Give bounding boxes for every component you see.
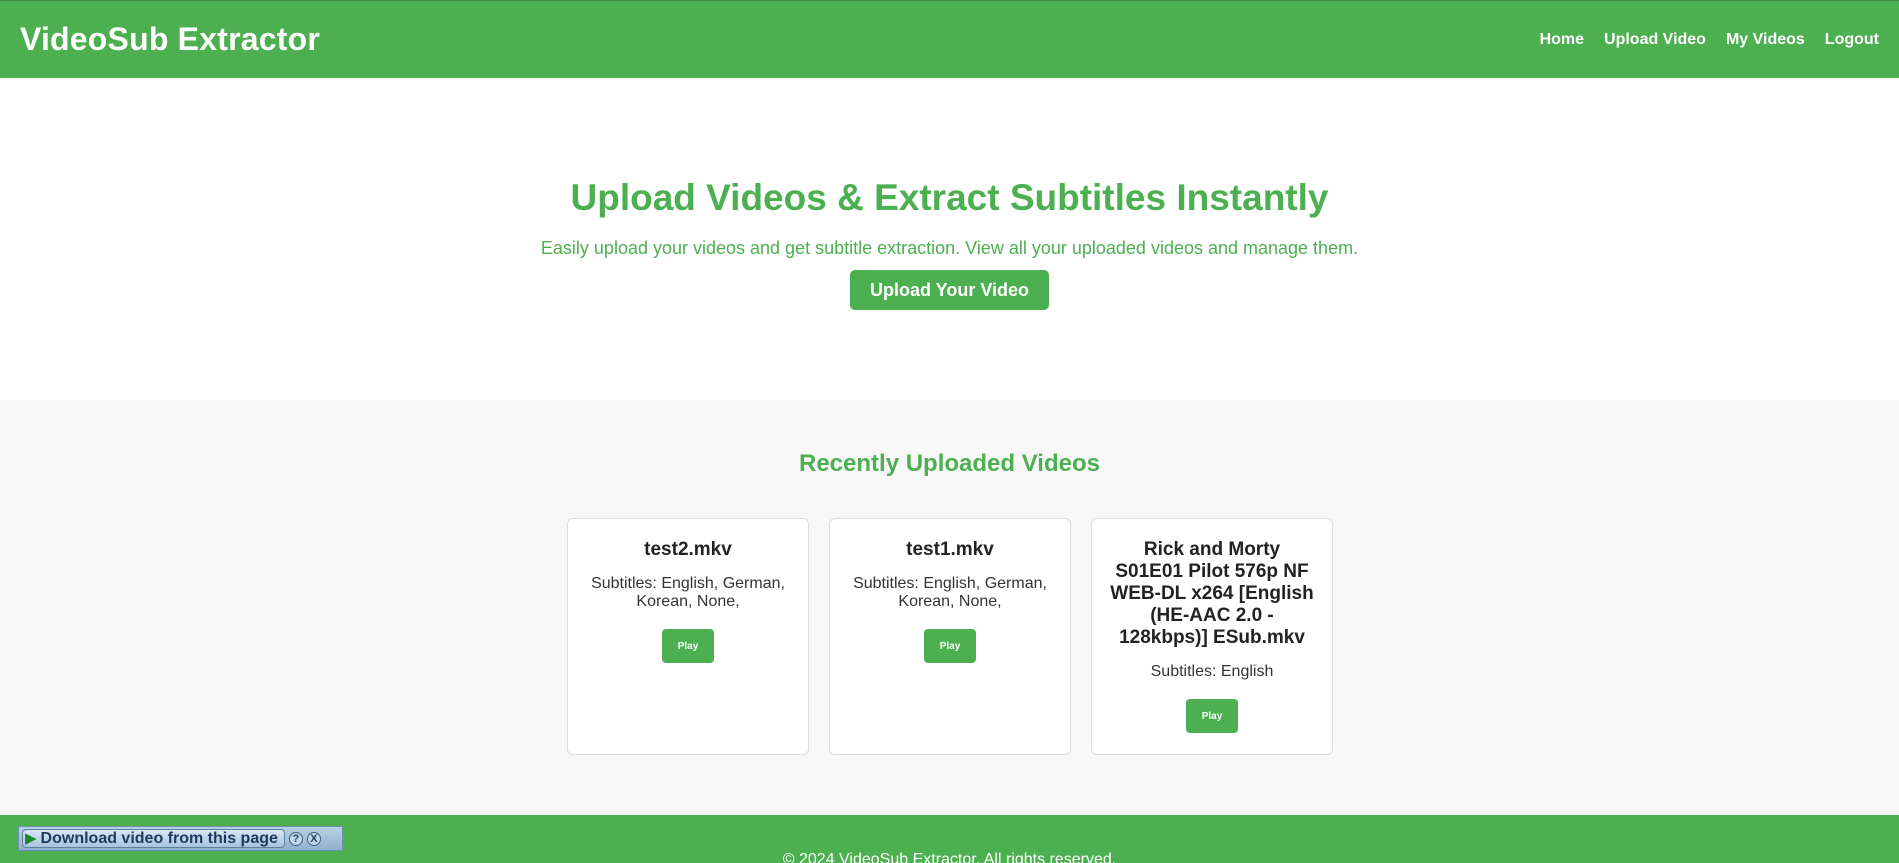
video-subtitles: Subtitles: English, German, Korean, None… [591,575,785,610]
recent-videos-title: Recently Uploaded Videos [799,450,1100,477]
video-card: test2.mkv Subtitles: English, German, Ko… [567,518,809,755]
download-video-label: Download video from this page [40,829,278,847]
nav-my-videos-link[interactable]: My Videos [1726,31,1805,49]
play-button[interactable]: Play [924,629,976,663]
play-button[interactable]: Play [1186,699,1238,733]
video-subtitles: Subtitles: English [1150,663,1274,680]
footer-copyright: © 2024 VideoSub Extractor. All rights re… [782,851,1117,863]
nav-upload-video-link[interactable]: Upload Video [1604,31,1706,49]
download-video-toolbar: ▶ Download video from this page ? X [18,826,343,851]
play-arrow-icon: ▶ [25,830,37,847]
video-subtitles: Subtitles: English, German, Korean, None… [853,575,1047,610]
video-title: test1.mkv [906,539,994,560]
hero-title: Upload Videos & Extract Subtitles Instan… [570,177,1329,218]
help-icon[interactable]: ? [288,831,303,846]
hero-subtitle: Easily upload your videos and get subtit… [540,238,1359,258]
main-nav: Home Upload Video My Videos Logout [1540,31,1879,49]
hero-section: Upload Videos & Extract Subtitles Instan… [0,78,1899,400]
recent-videos-section: Recently Uploaded Videos test2.mkv Subti… [0,400,1899,815]
brand-logo-text[interactable]: VideoSub Extractor [20,21,320,58]
play-button[interactable]: Play [662,629,714,663]
top-navbar: VideoSub Extractor Home Upload Video My … [0,0,1899,78]
download-video-button[interactable]: ▶ Download video from this page [22,829,285,848]
close-icon[interactable]: X [306,831,321,846]
video-title: test2.mkv [644,539,732,560]
nav-logout-link[interactable]: Logout [1825,31,1879,49]
video-card: Rick and Morty S01E01 Pilot 576p NF WEB-… [1091,518,1333,755]
nav-home-link[interactable]: Home [1540,31,1584,49]
upload-your-video-button[interactable]: Upload Your Video [850,270,1049,310]
video-title: Rick and Morty S01E01 Pilot 576p NF WEB-… [1110,539,1314,648]
video-card: test1.mkv Subtitles: English, German, Ko… [829,518,1071,755]
